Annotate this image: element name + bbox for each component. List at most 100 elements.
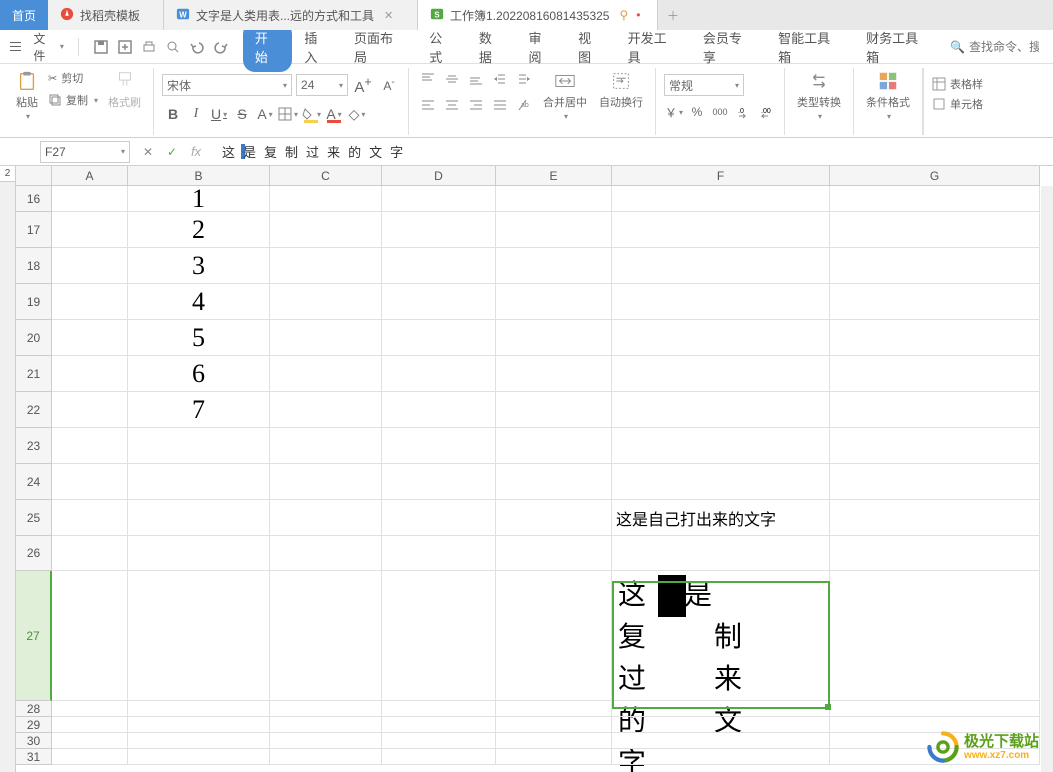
cell-G22[interactable] [830,392,1040,428]
save-as-icon[interactable] [117,39,133,55]
font-color-button[interactable]: A▾ [254,102,276,126]
orientation-button[interactable]: ab [513,94,535,116]
tab-doc[interactable]: W 文字是人类用表...远的方式和工具 ✕ [164,0,418,30]
confirm-edit-button[interactable]: ✓ [164,144,180,160]
decrease-decimal-button[interactable]: .0 [733,102,753,122]
cell-E21[interactable] [496,356,612,392]
cell-A30[interactable] [52,733,128,749]
cell-F21[interactable] [612,356,830,392]
save-icon[interactable] [93,39,109,55]
cell-B22[interactable]: 7 [128,392,270,428]
cell-F26[interactable] [612,536,830,571]
cell-A29[interactable] [52,717,128,733]
cell-E19[interactable] [496,284,612,320]
cell-E31[interactable] [496,749,612,765]
row-header-25[interactable]: 25 [16,500,52,536]
cell-D24[interactable] [382,464,496,500]
cell-D25[interactable] [382,500,496,536]
cell-B16[interactable]: 1 [128,186,270,212]
cell-D18[interactable] [382,248,496,284]
paste-button[interactable]: 粘贴 ▾ [12,68,42,135]
cell-F23[interactable] [612,428,830,464]
percent-button[interactable]: % [687,102,707,122]
cell-F29[interactable] [612,717,830,733]
row-header-16[interactable]: 16 [16,186,52,212]
italic-button[interactable]: I [185,102,207,126]
thousand-button[interactable]: 000 [710,102,730,122]
cell-E25[interactable] [496,500,612,536]
row-header-19[interactable]: 19 [16,284,52,320]
cell-B18[interactable]: 3 [128,248,270,284]
text-color-button[interactable]: A▾ [323,102,345,126]
cell-D27[interactable] [382,571,496,701]
cell-F27[interactable]: 这​是 复 制过 来 的 文字 [612,571,830,701]
indent-right-button[interactable] [513,68,535,90]
col-header-g[interactable]: G [830,166,1040,186]
ribbon-tab-vip[interactable]: 会员专享 [691,22,766,72]
cell-E24[interactable] [496,464,612,500]
cell-C26[interactable] [270,536,382,571]
row-header-24[interactable]: 24 [16,464,52,500]
row-header-23[interactable]: 23 [16,428,52,464]
cell-C18[interactable] [270,248,382,284]
cell-D22[interactable] [382,392,496,428]
row-header-21[interactable]: 21 [16,356,52,392]
vertical-scrollbar[interactable] [1041,186,1053,772]
cell-E29[interactable] [496,717,612,733]
cell-C23[interactable] [270,428,382,464]
cell-G23[interactable] [830,428,1040,464]
row-header-26[interactable]: 26 [16,536,52,571]
print-icon[interactable] [141,39,157,55]
cell-D19[interactable] [382,284,496,320]
border-button[interactable]: ▾ [277,102,299,126]
cell-C28[interactable] [270,701,382,717]
cell-D29[interactable] [382,717,496,733]
cell-B30[interactable] [128,733,270,749]
tab-workbook[interactable]: S 工作簿1.20220816081435325 ⚲ • [418,0,658,30]
cell-G19[interactable] [830,284,1040,320]
cell-F19[interactable] [612,284,830,320]
col-header-d[interactable]: D [382,166,496,186]
cell-E22[interactable] [496,392,612,428]
fx-button[interactable]: fx [188,144,204,160]
cell-E18[interactable] [496,248,612,284]
cell-C19[interactable] [270,284,382,320]
cell-D31[interactable] [382,749,496,765]
align-right-button[interactable] [465,94,487,116]
cell-G21[interactable] [830,356,1040,392]
cell-B24[interactable] [128,464,270,500]
col-header-f[interactable]: F [612,166,830,186]
cell-A18[interactable] [52,248,128,284]
bold-button[interactable]: B [162,102,184,126]
file-menu[interactable]: 文件 ▾ [27,30,69,64]
row-header-29[interactable]: 29 [16,717,52,733]
row-header-20[interactable]: 20 [16,320,52,356]
cell-F24[interactable] [612,464,830,500]
cell-C30[interactable] [270,733,382,749]
command-search-input[interactable] [969,40,1039,54]
cell-F30[interactable] [612,733,830,749]
cell-D23[interactable] [382,428,496,464]
fill-color-button[interactable]: ▾ [300,102,322,126]
cell-C22[interactable] [270,392,382,428]
name-box[interactable]: F27 ▾ [40,141,130,163]
increase-decimal-button[interactable]: .00 [756,102,776,122]
cell-G24[interactable] [830,464,1040,500]
cell-D17[interactable] [382,212,496,248]
align-left-button[interactable] [417,94,439,116]
cell-B28[interactable] [128,701,270,717]
currency-button[interactable]: ￥▾ [664,102,684,122]
row-header-28[interactable]: 28 [16,701,52,717]
cell-F25[interactable]: 这是自己打出来的文字 [612,500,830,536]
cell-A31[interactable] [52,749,128,765]
indent-left-button[interactable] [489,68,511,90]
cell-F28[interactable] [612,701,830,717]
cell-G26[interactable] [830,536,1040,571]
cell-A16[interactable] [52,186,128,212]
underline-button[interactable]: U▾ [208,102,230,126]
ribbon-tab-smart[interactable]: 智能工具箱 [766,22,854,72]
cell-F20[interactable] [612,320,830,356]
cell-C29[interactable] [270,717,382,733]
cell-B21[interactable]: 6 [128,356,270,392]
row-header-27[interactable]: 27 [16,571,52,701]
